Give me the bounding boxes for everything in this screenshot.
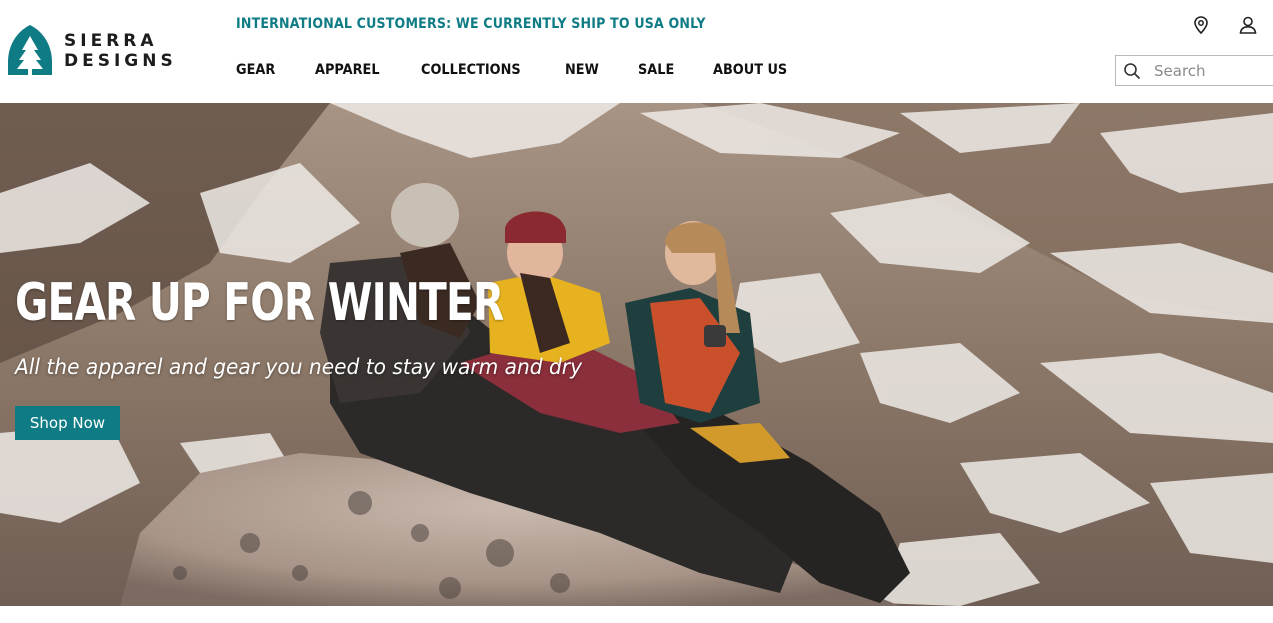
location-pin-icon[interactable]: [1190, 14, 1212, 36]
brand-name-line2: DESIGNS: [64, 51, 177, 71]
brand-wordmark: SIERRA DESIGNS: [64, 31, 177, 71]
nav-item-new[interactable]: NEW: [565, 62, 599, 78]
main-nav: GEAR APPAREL COLLECTIONS NEW SALE ABOUT …: [236, 62, 830, 78]
search-icon[interactable]: [1123, 62, 1141, 80]
shipping-promo-banner: INTERNATIONAL CUSTOMERS: WE CURRENTLY SH…: [236, 16, 706, 32]
search-input[interactable]: [1154, 60, 1264, 82]
brand-name-line1: SIERRA: [64, 31, 158, 51]
page-below-hero: [0, 606, 1273, 623]
site-header: SIERRA DESIGNS INTERNATIONAL CUSTOMERS: …: [0, 0, 1273, 103]
nav-item-apparel[interactable]: APPAREL: [315, 62, 380, 78]
pine-tree-logo-icon: [8, 25, 52, 75]
nav-item-gear[interactable]: GEAR: [236, 62, 275, 78]
hero-subtitle: All the apparel and gear you need to sta…: [15, 355, 582, 379]
hero-title: GEAR UP FOR WINTER: [15, 273, 504, 333]
nav-item-sale[interactable]: SALE: [638, 62, 674, 78]
utility-icons: [1153, 14, 1273, 38]
brand-logo[interactable]: SIERRA DESIGNS: [6, 24, 173, 78]
shop-now-button[interactable]: Shop Now: [15, 406, 120, 440]
hero-banner: GEAR UP FOR WINTER All the apparel and g…: [0, 103, 1273, 606]
nav-item-collections[interactable]: COLLECTIONS: [421, 62, 521, 78]
search-box[interactable]: [1115, 55, 1273, 86]
nav-item-about-us[interactable]: ABOUT US: [713, 62, 787, 78]
user-icon[interactable]: [1237, 14, 1259, 36]
